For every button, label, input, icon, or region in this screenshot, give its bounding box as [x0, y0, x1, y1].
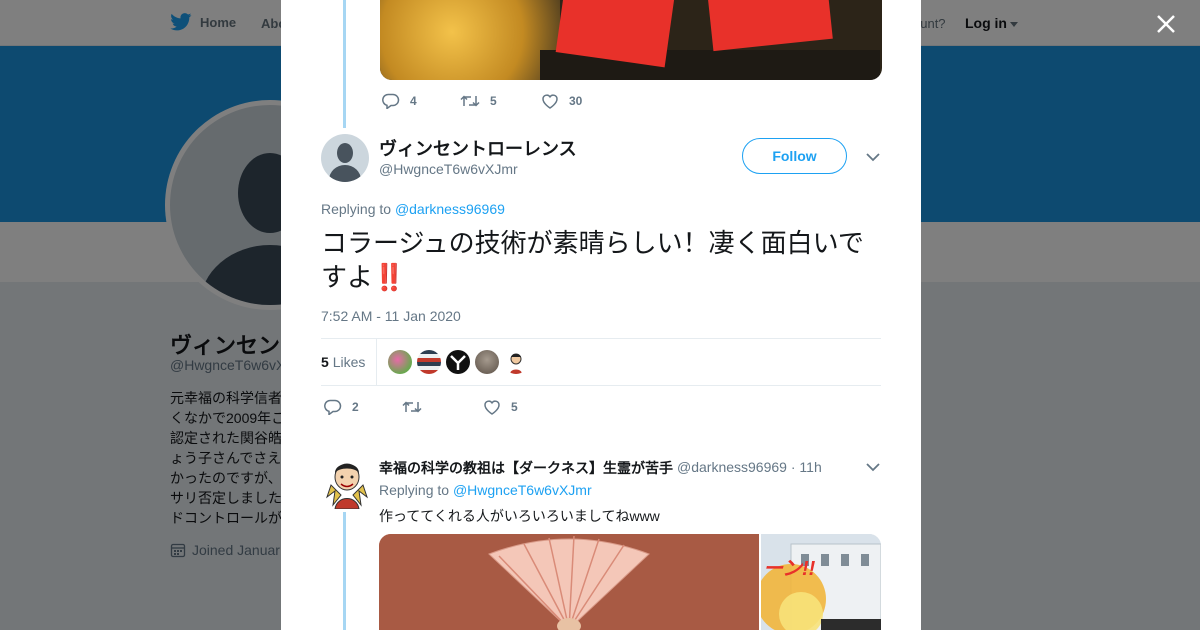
- follow-button[interactable]: Follow: [742, 138, 847, 174]
- reply-image-caption: ーン!!: [763, 558, 816, 580]
- replying-prefix: Replying to: [321, 201, 392, 217]
- chevron-down-icon[interactable]: [866, 462, 880, 472]
- chevron-down-icon[interactable]: [866, 152, 880, 162]
- reply-author-handle[interactable]: @darkness96969: [677, 459, 787, 475]
- replying-to-link[interactable]: @darkness96969: [395, 201, 505, 217]
- reply-media-image[interactable]: [379, 534, 759, 630]
- reply-text: 作っててくれる人がいろいろいましてねwww: [379, 508, 660, 524]
- reply-time[interactable]: 11h: [799, 459, 821, 475]
- likes-label: Likes: [332, 354, 366, 370]
- liker-avatar[interactable]: [475, 350, 499, 374]
- like-button[interactable]: 30: [541, 93, 582, 109]
- reply-button[interactable]: 4: [382, 93, 460, 109]
- tweet-text-body: コラージュの技術が素晴らしい！凄く面白いですよ: [321, 228, 864, 292]
- likes-count-link[interactable]: 5 Likes: [321, 354, 365, 370]
- reply-author-avatar[interactable]: [325, 457, 369, 509]
- previous-tweet-actions: 4 5 30: [382, 93, 582, 109]
- tweet-timestamp[interactable]: 7:52 AM - 11 Jan 2020: [321, 308, 461, 324]
- like-button[interactable]: 5: [483, 399, 518, 415]
- author-name[interactable]: ヴィンセントローレンス: [379, 135, 577, 161]
- reply-replying-to: Replying to @HwgnceT6w6vXJmr: [379, 482, 592, 498]
- tweet-media-image[interactable]: [380, 0, 882, 80]
- heart-icon: [484, 400, 500, 415]
- liker-avatars: [388, 350, 528, 374]
- double-exclamation-emoji: ‼️: [373, 262, 405, 292]
- liker-avatar[interactable]: [417, 350, 441, 374]
- tweet-actions: 2 5: [324, 399, 518, 415]
- author-handle[interactable]: @HwgnceT6w6vXJmr: [379, 161, 518, 177]
- liker-avatar[interactable]: [504, 350, 528, 374]
- reply-media-image[interactable]: ーン!!: [761, 534, 881, 630]
- thread-line: [343, 0, 346, 128]
- retweet-icon: [460, 95, 480, 107]
- retweet-icon: [402, 401, 422, 413]
- author-avatar[interactable]: [321, 134, 369, 182]
- replying-to-link[interactable]: @HwgnceT6w6vXJmr: [453, 482, 592, 498]
- reply-icon: [324, 399, 342, 415]
- reply-count: 4: [410, 94, 417, 108]
- like-count: 30: [569, 94, 583, 108]
- reply-count: 2: [352, 400, 359, 414]
- retweet-button[interactable]: [402, 400, 483, 414]
- tweet-text: コラージュの技術が素晴らしい！凄く面白いですよ‼️: [321, 226, 881, 294]
- replying-to: Replying to @darkness96969: [321, 201, 505, 217]
- like-count: 5: [511, 400, 518, 414]
- retweet-button[interactable]: 5: [460, 94, 541, 108]
- replying-prefix: Replying to: [379, 482, 450, 498]
- stats-divider: [376, 339, 377, 385]
- liker-avatar[interactable]: [388, 350, 412, 374]
- likes-count: 5: [321, 354, 329, 370]
- heart-icon: [542, 94, 558, 109]
- thread-line: [343, 512, 346, 630]
- reply-icon: [382, 93, 400, 109]
- reply-button[interactable]: 2: [324, 399, 402, 415]
- close-icon[interactable]: [1152, 10, 1180, 38]
- tweet-modal: 4 5 30 ヴィンセントローレンス @HwgnceT6w6vXJmr Foll…: [281, 0, 921, 630]
- tweet-stats: 5 Likes: [321, 338, 881, 386]
- reply-author-meta: @darkness96969 · 11h: [677, 459, 822, 475]
- reply-author-name[interactable]: 幸福の科学の教祖は【ダークネス】生霊が苦手: [379, 458, 673, 478]
- retweet-count: 5: [490, 94, 497, 108]
- liker-avatar[interactable]: [446, 350, 470, 374]
